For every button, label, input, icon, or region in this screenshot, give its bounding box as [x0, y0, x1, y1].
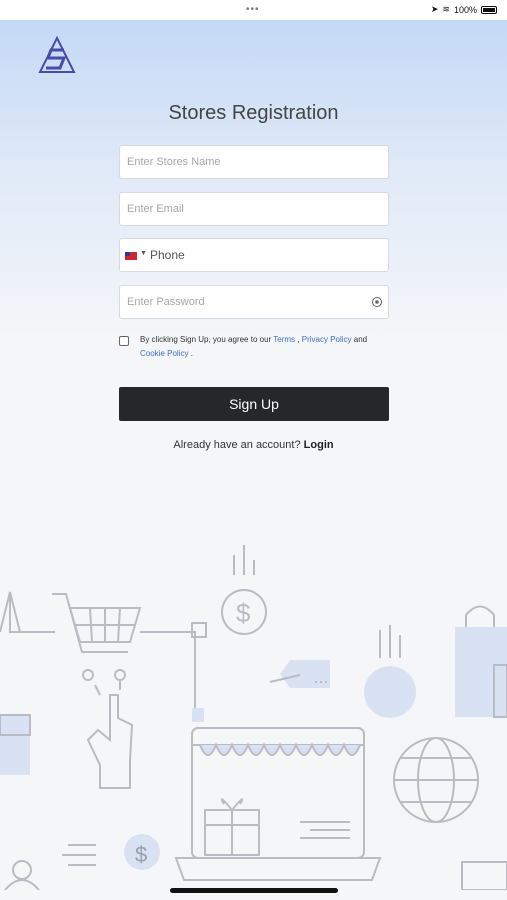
arrow-icon	[0, 591, 55, 633]
shopping-illustration: $ $	[0, 545, 507, 890]
coin-icon: $	[124, 834, 160, 870]
status-bar: ••• ➤ ≋ 100%	[0, 0, 507, 20]
eye-icon[interactable]	[371, 296, 383, 308]
store-name-input[interactable]	[119, 145, 389, 179]
phone-field[interactable]: ▼	[119, 238, 389, 272]
battery-percent: 100%	[453, 4, 477, 15]
svg-text:$: $	[135, 842, 147, 867]
login-link[interactable]: Login	[304, 439, 334, 451]
password-input[interactable]	[120, 286, 365, 318]
chevron-down-icon[interactable]: ▼	[140, 250, 147, 257]
privacy-policy-link[interactable]: Privacy Policy	[302, 335, 352, 344]
wifi-icon: ≋	[442, 4, 450, 14]
svg-text:$: $	[236, 598, 251, 628]
sign-up-button[interactable]: Sign Up	[119, 387, 389, 421]
login-prompt: Already have an account? Login	[173, 439, 334, 451]
home-indicator[interactable]	[170, 888, 338, 893]
status-icons: ➤ ≋ 100%	[431, 4, 497, 15]
money-bag-icon	[364, 625, 416, 718]
cookie-policy-link[interactable]: Cookie Policy	[140, 349, 188, 358]
multitask-dots: •••	[246, 4, 260, 15]
shopping-cart-icon	[52, 593, 142, 681]
page-title: Stores Registration	[168, 102, 339, 124]
gift-box-icon	[0, 714, 31, 775]
location-icon: ➤	[430, 4, 439, 14]
price-tag-icon	[269, 660, 330, 688]
user-icon	[4, 860, 40, 890]
dollar-coin-icon: $	[221, 545, 267, 635]
country-flag-icon[interactable]	[125, 252, 137, 260]
phone-input[interactable]	[148, 239, 378, 271]
email-input[interactable]	[119, 192, 389, 226]
stores-logo	[38, 36, 76, 73]
terms-link[interactable]: Terms	[273, 335, 295, 344]
battery-icon	[481, 5, 497, 14]
agreement-text: By clicking Sign Up, you agree to our Te…	[140, 335, 368, 358]
hand-pointer-icon	[86, 680, 134, 789]
agree-checkbox[interactable]	[119, 336, 129, 346]
laptop-store-icon	[174, 727, 382, 881]
shopping-bag-icon	[455, 605, 507, 718]
password-field[interactable]	[119, 285, 389, 319]
globe-icon	[393, 737, 479, 823]
